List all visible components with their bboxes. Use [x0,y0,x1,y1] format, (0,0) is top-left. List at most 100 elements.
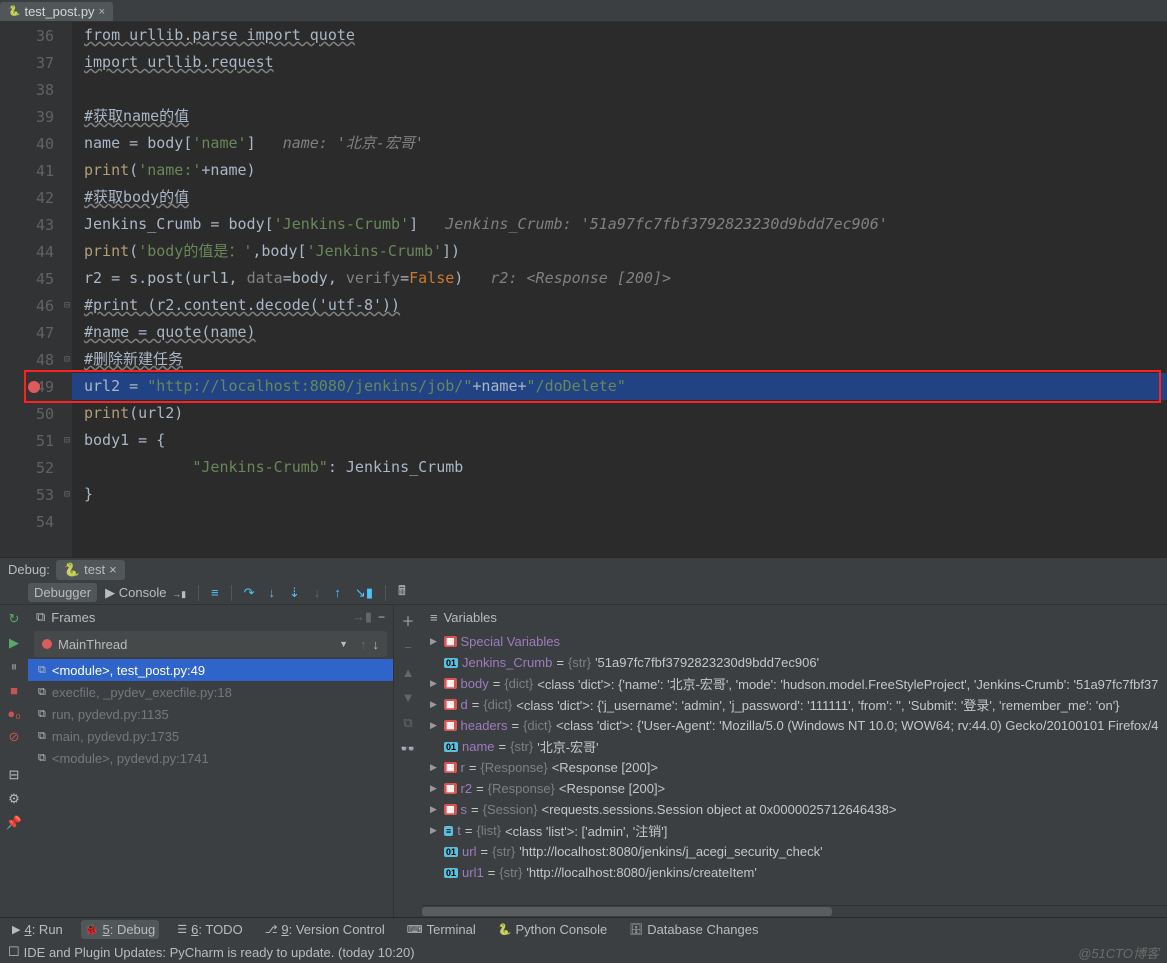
code-line[interactable] [72,76,1167,103]
gutter-line[interactable]: 51⊟ [0,427,72,454]
breakpoints-icon[interactable]: ●₀ [7,706,20,721]
resume-icon[interactable]: ▶ [9,635,19,651]
code-line[interactable]: print('name:'+name) [72,157,1167,184]
expand-arrow-icon[interactable]: ▶ [430,678,440,689]
gutter-line[interactable]: 44 [0,238,72,265]
pin-icon[interactable]: 📌 [6,815,22,831]
frame-item[interactable]: ⧉run, pydevd.py:1135 [28,703,393,725]
frame-item[interactable]: ⧉main, pydevd.py:1735 [28,725,393,747]
gutter-line[interactable]: 52 [0,454,72,481]
gutter-line[interactable]: 37 [0,49,72,76]
code-line[interactable]: #print (r2.content.decode('utf-8')) [72,292,1167,319]
var-item[interactable]: ▶▦ body = {dict} <class 'dict'>: {'name'… [422,673,1167,694]
settings-icon[interactable]: ⚙ [8,791,20,807]
expand-arrow-icon[interactable]: ▶ [430,825,440,836]
editor-tab[interactable]: 🐍 test_post.py × [0,2,113,21]
step-over-icon[interactable]: ↷ [238,583,261,603]
expand-arrow-icon[interactable]: ▶ [430,636,440,647]
gutter-line[interactable]: 49 [0,373,72,400]
restore-layout-icon[interactable]: ⧉ [36,609,45,625]
debug-config-tab[interactable]: 🐍 test × [56,560,125,580]
close-icon[interactable]: × [109,562,117,577]
gutter-line[interactable]: 43 [0,211,72,238]
var-item[interactable]: 01 name = {str} '北京-宏哥' [422,736,1167,757]
gutter-line[interactable]: 54 [0,508,72,535]
fold-icon[interactable]: ⊟ [64,354,70,365]
var-item[interactable]: ▶▦ r2 = {Response} <Response [200]> [422,778,1167,799]
prev-frame-icon[interactable]: ↑ [360,637,367,652]
gutter-line[interactable]: 36 [0,22,72,49]
gutter-line[interactable]: 46⊟ [0,292,72,319]
tw-vcs[interactable]: ⎇ 9: Version Control [261,920,389,939]
var-item[interactable]: ▶▦ s = {Session} <requests.sessions.Sess… [422,799,1167,820]
frame-item[interactable]: ⧉<module>, pydevd.py:1741 [28,747,393,769]
code-line[interactable] [72,508,1167,535]
evaluate-expr-icon[interactable]: 🖩 [392,580,412,606]
code-line[interactable]: } [72,481,1167,508]
run-to-cursor-icon[interactable]: ↘▮ [349,583,379,603]
step-into-icon[interactable]: ↓ [263,583,282,602]
var-item[interactable]: 01 url1 = {str} 'http://localhost:8080/j… [422,862,1167,883]
code-line[interactable]: body1 = { [72,427,1167,454]
gutter-line[interactable]: 48⊟ [0,346,72,373]
var-item[interactable]: ▶≡ t = {list} <class 'list'>: ['admin', … [422,820,1167,841]
next-frame-icon[interactable]: ↓ [373,637,380,652]
debugger-tab[interactable]: Debugger [28,583,97,602]
code-line[interactable]: #获取body的值 [72,184,1167,211]
vars-list[interactable]: ▶▦ Special Variables01 Jenkins_Crumb = {… [422,629,1167,905]
fold-icon[interactable]: ⊟ [64,300,70,311]
var-item[interactable]: ▶▦ r = {Response} <Response [200]> [422,757,1167,778]
console-tab[interactable]: ▶ Console →▮ [99,583,192,603]
remove-watch-icon[interactable]: − [404,640,412,655]
down-watch-icon[interactable]: ▼ [402,690,415,705]
fold-icon[interactable]: ⊟ [64,489,70,500]
code-line[interactable]: import urllib.request [72,49,1167,76]
step-out-icon[interactable]: ↑ [328,583,347,602]
frames-list[interactable]: ⧉<module>, test_post.py:49⧉execfile, _py… [28,659,393,917]
gutter-line[interactable]: 50 [0,400,72,427]
vars-h-scrollbar[interactable] [422,905,1167,917]
add-watch-icon[interactable]: ＋ [401,611,414,630]
gutter-line[interactable]: 40 [0,130,72,157]
expand-arrow-icon[interactable]: ▶ [430,783,440,794]
code-line[interactable]: #获取name的值 [72,103,1167,130]
gutter-line[interactable]: 47 [0,319,72,346]
code-line[interactable]: name = body['name'] name: '北京-宏哥' [72,130,1167,157]
show-exec-point-icon[interactable]: ≡ [205,583,225,602]
fold-icon[interactable]: ⊟ [64,435,70,446]
status-icon[interactable]: ☐ [8,944,20,960]
code-line[interactable]: "Jenkins-Crumb": Jenkins_Crumb [72,454,1167,481]
var-item[interactable]: 01 url = {str} 'http://localhost:8080/je… [422,841,1167,862]
code-area[interactable]: from urllib.parse import quoteimport url… [72,22,1167,557]
var-item[interactable]: 01 Jenkins_Crumb = {str} '51a97fc7fbf379… [422,652,1167,673]
tw-pyconsole[interactable]: 🐍 Python Console [494,920,611,939]
gutter-line[interactable]: 42 [0,184,72,211]
hide-icon[interactable]: − [378,610,385,624]
code-line[interactable]: Jenkins_Crumb = body['Jenkins-Crumb'] Je… [72,211,1167,238]
frame-item[interactable]: ⧉execfile, _pydev_execfile.py:18 [28,681,393,703]
watches-glasses-icon[interactable]: 👓 [400,741,416,757]
code-line[interactable]: url2 = "http://localhost:8080/jenkins/jo… [72,373,1167,400]
rerun-icon[interactable]: ↻ [9,611,20,627]
code-line[interactable]: r2 = s.post(url1, data=body, verify=Fals… [72,265,1167,292]
gutter-line[interactable]: 39 [0,103,72,130]
code-line[interactable]: print('body的值是：',body['Jenkins-Crumb']) [72,238,1167,265]
gutter[interactable]: 3637383940414243444546⊟4748⊟495051⊟5253⊟… [0,22,72,557]
stop-icon[interactable]: ■ [10,683,18,698]
tw-run[interactable]: ▶ 4: Run [8,920,67,939]
gutter-line[interactable]: 53⊟ [0,481,72,508]
gutter-line[interactable]: 41 [0,157,72,184]
up-watch-icon[interactable]: ▲ [402,665,415,680]
layout-icon[interactable]: ⊟ [9,767,20,783]
code-line[interactable]: #name = quote(name) [72,319,1167,346]
tw-terminal[interactable]: ⌨ Terminal [403,920,480,939]
tw-debug[interactable]: 🐞 5: Debug [81,920,159,939]
tw-dbchanges[interactable]: 🗄 Database Changes [625,920,762,939]
pause-icon[interactable]: ⏸ [11,659,18,675]
var-item[interactable]: ▶▦ Special Variables [422,631,1167,652]
breakpoint-icon[interactable] [28,381,40,393]
copy-watch-icon[interactable]: ⧉ [403,715,412,731]
scrollbar-thumb[interactable] [422,907,832,916]
mute-bp-icon[interactable]: ⊘ [9,729,20,745]
expand-arrow-icon[interactable]: ▶ [430,762,440,773]
